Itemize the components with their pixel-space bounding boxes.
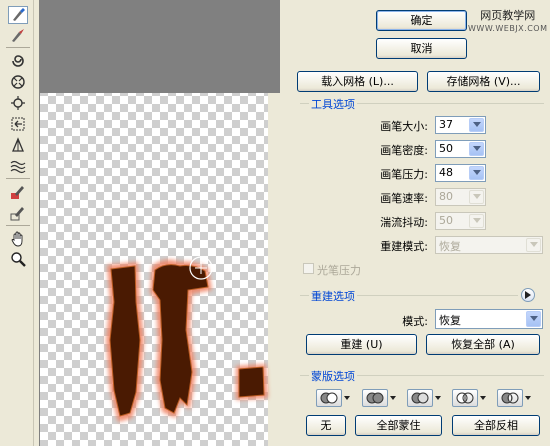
- mask-invert-icon: [501, 392, 519, 404]
- turbulent-jitter-field: 50: [435, 212, 486, 230]
- brush-density-label: 画笔密度:: [380, 144, 428, 157]
- brush-rate-field: 80: [435, 188, 486, 206]
- preview-canvas[interactable]: [39, 0, 280, 446]
- stylus-pressure-checkbox[interactable]: [303, 263, 314, 274]
- mask-intersect-icon: [456, 392, 474, 404]
- thaw-mask-tool[interactable]: [8, 204, 28, 222]
- zoom-tool[interactable]: [8, 250, 28, 268]
- dropdown-arrow-icon: [390, 396, 396, 400]
- mask-options-title: 蒙版选项: [309, 368, 357, 384]
- reconstruct-mode-select: 恢复: [435, 236, 543, 254]
- mask-none-button[interactable]: 无: [306, 415, 346, 436]
- dropdown-arrow-icon: [344, 396, 350, 400]
- mask-add-icon: [366, 392, 384, 404]
- freeze-mask-tool[interactable]: [8, 183, 28, 201]
- thaw-mask-icon: [10, 207, 24, 221]
- chevron-down-icon: [526, 238, 541, 252]
- brush-pressure-field[interactable]: 48: [435, 164, 486, 182]
- turbulent-jitter-label: 湍流抖动:: [380, 216, 428, 229]
- cancel-button[interactable]: 取消: [376, 38, 467, 59]
- watermark-url: WWW.WEBJX.COM: [468, 24, 548, 33]
- hand-icon: [11, 231, 23, 247]
- reconstruct-mode-value: 恢复: [439, 240, 461, 253]
- mask-subtract-button[interactable]: [407, 388, 447, 408]
- reconstruct-button[interactable]: 重建 (U): [306, 334, 417, 355]
- reconstruct-tool[interactable]: [8, 26, 28, 44]
- ok-button[interactable]: 确定: [376, 10, 467, 31]
- watermark: 网页教学网 WWW.WEBJX.COM: [468, 9, 547, 35]
- hand-tool[interactable]: [8, 230, 28, 248]
- mode-select[interactable]: 恢复: [435, 309, 543, 329]
- reconstruct-options-title: 重建选项: [309, 288, 357, 304]
- pucker-icon: [11, 75, 25, 89]
- mask-replace-icon: [320, 392, 338, 404]
- brush-pressure-value: 48: [439, 166, 453, 179]
- brush-pressure-label: 画笔压力:: [380, 168, 428, 181]
- invert-all-button[interactable]: 全部反相: [452, 415, 540, 436]
- mirror-tool[interactable]: [8, 136, 28, 154]
- mask-subtract-icon: [411, 392, 429, 404]
- bloat-tool[interactable]: [8, 94, 28, 112]
- twirl-icon: [12, 55, 24, 67]
- reconstruct-brush-icon: [12, 29, 24, 42]
- liquified-text-art: [106, 256, 268, 422]
- bloat-icon: [11, 96, 25, 110]
- mode-value: 恢复: [439, 314, 461, 327]
- dropdown-arrow-icon: [525, 396, 531, 400]
- tool-options-title: 工具选项: [309, 96, 357, 112]
- brush-size-field[interactable]: 37: [435, 116, 486, 134]
- forward-warp-tool[interactable]: [8, 6, 28, 24]
- dropdown-arrow-icon: [435, 396, 441, 400]
- push-left-icon: [11, 117, 25, 131]
- dropdown-arrow-icon: [480, 396, 486, 400]
- brush-density-field[interactable]: 50: [435, 140, 486, 158]
- brush-rate-value: 80: [439, 190, 453, 203]
- mask-replace-button[interactable]: [316, 388, 356, 408]
- brush-density-value: 50: [439, 142, 453, 155]
- chevron-down-icon[interactable]: [469, 142, 484, 156]
- brush-size-label: 画笔大小:: [380, 120, 428, 133]
- mask-add-button[interactable]: [362, 388, 402, 408]
- brush-size-value: 37: [439, 118, 453, 131]
- freeze-mask-icon: [11, 186, 24, 199]
- reconstruct-menu-button[interactable]: [521, 288, 535, 302]
- mask-invert-button[interactable]: [497, 388, 537, 408]
- arrow-right-icon: [525, 291, 531, 299]
- mask-intersect-button[interactable]: [452, 388, 492, 408]
- load-mesh-button[interactable]: 载入网格 (L)...: [297, 71, 418, 92]
- forward-warp-icon: [13, 8, 25, 21]
- twirl-tool[interactable]: [8, 52, 28, 70]
- turbulence-icon: [10, 160, 26, 174]
- turbulence-tool[interactable]: [8, 157, 28, 175]
- zoom-icon: [11, 252, 26, 267]
- chevron-down-icon[interactable]: [526, 311, 541, 327]
- mask-all-button[interactable]: 全部蒙住: [355, 415, 442, 436]
- liquify-toolbox: [0, 0, 34, 446]
- chevron-down-icon[interactable]: [469, 118, 484, 132]
- watermark-title: 网页教学网: [480, 9, 536, 22]
- chevron-down-icon: [469, 214, 484, 228]
- brush-rate-label: 画笔速率:: [380, 192, 428, 205]
- mode-label: 模式:: [402, 315, 428, 328]
- mirror-icon: [12, 137, 24, 152]
- chevron-down-icon: [469, 190, 484, 204]
- reconstruct-mode-label: 重建模式:: [380, 240, 428, 253]
- chevron-down-icon[interactable]: [469, 166, 484, 180]
- restore-all-button[interactable]: 恢复全部 (A): [426, 334, 540, 355]
- save-mesh-button[interactable]: 存储网格 (V)...: [427, 71, 540, 92]
- stylus-pressure-label: 光笔压力: [317, 264, 361, 277]
- push-left-tool[interactable]: [8, 115, 28, 133]
- pucker-tool[interactable]: [8, 73, 28, 91]
- turbulent-jitter-value: 50: [439, 214, 453, 227]
